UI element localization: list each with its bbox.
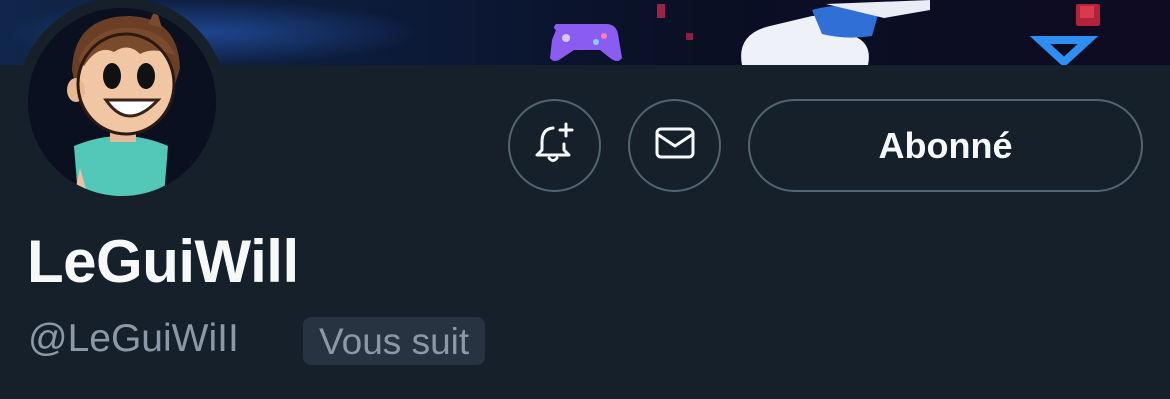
profile-header: Abonné LeGuiWill @LeGuiWiII Vous suit [0,0,1170,399]
envelope-icon [653,121,697,170]
display-name: LeGuiWill [27,228,299,295]
avatar[interactable] [28,8,216,196]
bell-plus-icon [532,120,578,171]
sneaker-shape [741,0,930,65]
gamepad-icon [550,24,622,61]
message-button[interactable] [628,99,721,192]
notifications-button[interactable] [508,99,601,192]
following-button[interactable]: Abonné [748,99,1143,192]
user-handle: @LeGuiWiII [28,317,239,360]
following-button-label: Abonné [878,124,1013,166]
avatar-cartoon [28,8,216,196]
follows-you-badge: Vous suit [303,317,486,365]
